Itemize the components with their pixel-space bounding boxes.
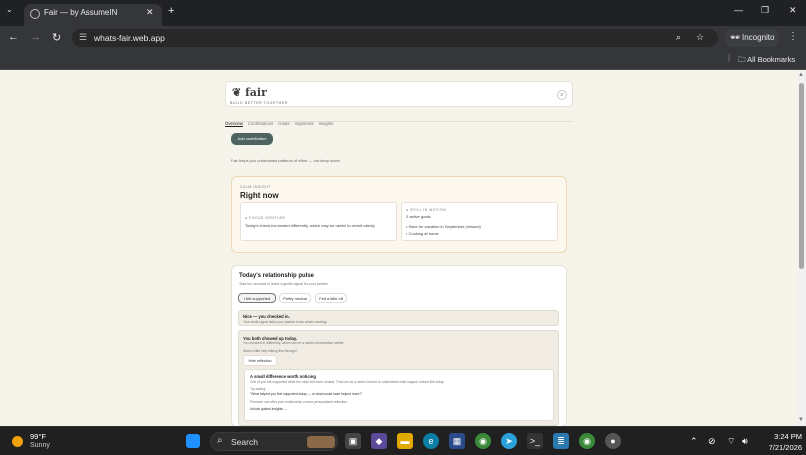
terminal-icon[interactable]: >_ bbox=[527, 433, 543, 449]
notepad-icon[interactable]: ≣ bbox=[553, 433, 569, 449]
difference-text: One of you felt supported while the othe… bbox=[250, 380, 445, 384]
goal-item: • Cooking at home bbox=[406, 231, 439, 236]
page-viewport: ❦ fair BUILD BETTER TOGETHER ≡ Overview C… bbox=[0, 71, 797, 426]
option-off[interactable]: Felt a little off bbox=[315, 293, 347, 303]
store-icon[interactable]: ▦ bbox=[449, 433, 465, 449]
checked-in-banner: Nice — you checked in. Your small signal… bbox=[238, 310, 559, 326]
pulse-title: Today's relationship pulse bbox=[239, 273, 314, 279]
card-title: Right now bbox=[240, 191, 279, 200]
hide-reflection-button[interactable]: Hide reflection bbox=[243, 355, 277, 366]
unlock-insights-link[interactable]: Unlock guided insights → bbox=[250, 407, 287, 411]
bookmarks-bar: | 🗀 All Bookmarks bbox=[0, 50, 806, 70]
chrome-profile-icon[interactable]: ◉ bbox=[579, 433, 595, 449]
incognito-icon: 🕶 bbox=[730, 33, 741, 42]
goals-count: 2 active goals bbox=[406, 214, 431, 219]
both-prompt: Want a little help talking this through? bbox=[243, 349, 298, 353]
file-explorer-icon[interactable]: ▬ bbox=[397, 433, 413, 449]
all-bookmarks-button[interactable]: 🗀 All Bookmarks bbox=[738, 54, 795, 67]
taskbar-search[interactable]: ⌕ Search bbox=[210, 432, 338, 451]
app-tagline: BUILD BETTER TOGETHER bbox=[230, 101, 288, 105]
close-window-icon[interactable]: ✕ bbox=[789, 5, 797, 16]
site-info-icon[interactable]: ☰ bbox=[79, 32, 87, 43]
zoom-icon[interactable]: ⌕ bbox=[676, 32, 681, 43]
incognito-badge[interactable]: 🕶 Incognito bbox=[724, 29, 780, 47]
try-asking-label: Try asking: bbox=[250, 387, 266, 391]
tab-title: Fair — by AssumeIN bbox=[44, 8, 118, 17]
tab-close-icon[interactable]: ✕ bbox=[146, 7, 154, 18]
pulse-subtitle: Take ten seconds to leave a gentle signa… bbox=[239, 282, 329, 286]
menu-kebab-icon[interactable]: ⋮ bbox=[788, 31, 798, 42]
app-icon[interactable]: ● bbox=[605, 433, 621, 449]
weather-temp[interactable]: 99°F bbox=[30, 432, 46, 441]
address-bar[interactable]: ☰ whats-fair.web.app ⌕ ☆ bbox=[72, 29, 718, 47]
search-icon: ⌕ bbox=[217, 435, 223, 446]
goals-kicker: ● STILL IN MOTION bbox=[406, 208, 447, 212]
bookmark-star-icon[interactable]: ☆ bbox=[696, 32, 704, 43]
scroll-down-icon[interactable]: ▼ bbox=[798, 417, 804, 423]
scrollbar-thumb[interactable] bbox=[799, 83, 804, 269]
focus-kicker: ● FOCUS GENTLER bbox=[245, 216, 286, 220]
heart-logo-icon: ❦ bbox=[232, 86, 242, 99]
windows-taskbar: 99°F Sunny ⌕ Search ▣ ◆ ▬ e ▦ ◉ ➤ >_ ≣ ◉… bbox=[0, 426, 806, 455]
task-view-icon[interactable]: ▣ bbox=[345, 433, 361, 449]
incognito-label: Incognito bbox=[742, 33, 775, 42]
app-menu-icon[interactable]: ≡ bbox=[557, 90, 567, 100]
scroll-up-icon[interactable]: ▲ bbox=[798, 72, 804, 78]
reload-icon[interactable]: ↻ bbox=[52, 31, 61, 44]
page-scrollbar[interactable]: ▲ ▼ bbox=[797, 71, 806, 426]
difference-panel: A small difference worth noticing One of… bbox=[244, 369, 554, 421]
search-label: Search bbox=[231, 437, 258, 447]
focus-text: Today's check-ins landed differently, wh… bbox=[245, 223, 376, 228]
suggested-question: "What helped you feel supported today — … bbox=[250, 392, 363, 396]
both-showed-up-panel: You both showed up today. You checked in… bbox=[238, 330, 559, 426]
restore-icon[interactable]: ❐ bbox=[761, 5, 769, 16]
wifi-icon[interactable]: ⌔ bbox=[727, 436, 735, 447]
browser-tab[interactable]: Fair — by AssumeIN ✕ bbox=[24, 4, 162, 26]
both-sub: You checked in differently, which can be… bbox=[243, 341, 345, 345]
tray-chevron-icon[interactable]: ⌃ bbox=[690, 436, 698, 447]
forward-icon[interactable]: → bbox=[30, 31, 41, 43]
difference-title: A small difference worth noticing bbox=[250, 374, 316, 379]
chrome-icon[interactable]: ◉ bbox=[475, 433, 491, 449]
app-logo[interactable]: ❦ fair bbox=[232, 86, 267, 99]
folder-icon: 🗀 bbox=[738, 55, 746, 64]
clock-date[interactable]: 7/21/2026 bbox=[762, 443, 802, 452]
goal-item: • Save for vacation in September (missed… bbox=[406, 224, 481, 229]
tab-favicon-icon bbox=[30, 9, 40, 19]
card-kicker: CALM INSIGHT bbox=[240, 185, 271, 189]
tab-search-icon[interactable]: ⌄ bbox=[6, 5, 13, 14]
edge-icon[interactable]: e bbox=[423, 433, 439, 449]
nav-divider bbox=[225, 121, 573, 122]
browser-toolbar: ← → ↻ ☰ whats-fair.web.app ⌕ ☆ 🕶 Incogni… bbox=[0, 26, 806, 50]
start-windows-icon[interactable] bbox=[186, 434, 200, 448]
checked-in-title: Nice — you checked in. bbox=[243, 314, 290, 319]
separator: | bbox=[728, 53, 731, 62]
browser-tab-bar: ⌄ Fair — by AssumeIN ✕ + — ❐ ✕ bbox=[0, 0, 806, 26]
network-off-icon[interactable]: ⊘ bbox=[708, 436, 716, 447]
url-text: whats-fair.web.app bbox=[94, 33, 165, 43]
option-supported[interactable]: I felt supported bbox=[238, 293, 276, 303]
option-neutral[interactable]: Pretty neutral bbox=[279, 293, 311, 303]
new-tab-icon[interactable]: + bbox=[168, 5, 174, 17]
search-highlight-icon bbox=[307, 436, 335, 448]
intro-text: Fair helps you understand patterns of ef… bbox=[231, 158, 341, 163]
goals-panel: ● STILL IN MOTION 2 active goals • Save … bbox=[401, 202, 558, 241]
telegram-icon[interactable]: ➤ bbox=[501, 433, 517, 449]
clock-time[interactable]: 3:24 PM bbox=[762, 432, 802, 441]
add-contribution-button[interactable]: Add contribution bbox=[231, 133, 273, 145]
weather-sun-icon[interactable] bbox=[12, 436, 23, 447]
minimize-icon[interactable]: — bbox=[734, 5, 743, 15]
widgets-icon[interactable]: ◆ bbox=[371, 433, 387, 449]
premium-note: Premium can offer your relationship a mo… bbox=[250, 400, 348, 404]
app-header: ❦ fair BUILD BETTER TOGETHER ≡ bbox=[225, 81, 573, 107]
logo-text: fair bbox=[245, 86, 267, 99]
back-icon[interactable]: ← bbox=[8, 31, 19, 43]
weather-condition[interactable]: Sunny bbox=[30, 442, 50, 449]
checked-in-sub: Your small signal helps your partner kno… bbox=[243, 320, 328, 324]
all-bookmarks-label: All Bookmarks bbox=[747, 55, 796, 64]
focus-panel: ● FOCUS GENTLER Today's check-ins landed… bbox=[240, 202, 397, 241]
app-nav: Overview Contributions Goals Alignment Insig… bbox=[225, 112, 338, 127]
volume-icon[interactable]: 🔊︎ bbox=[742, 436, 748, 447]
